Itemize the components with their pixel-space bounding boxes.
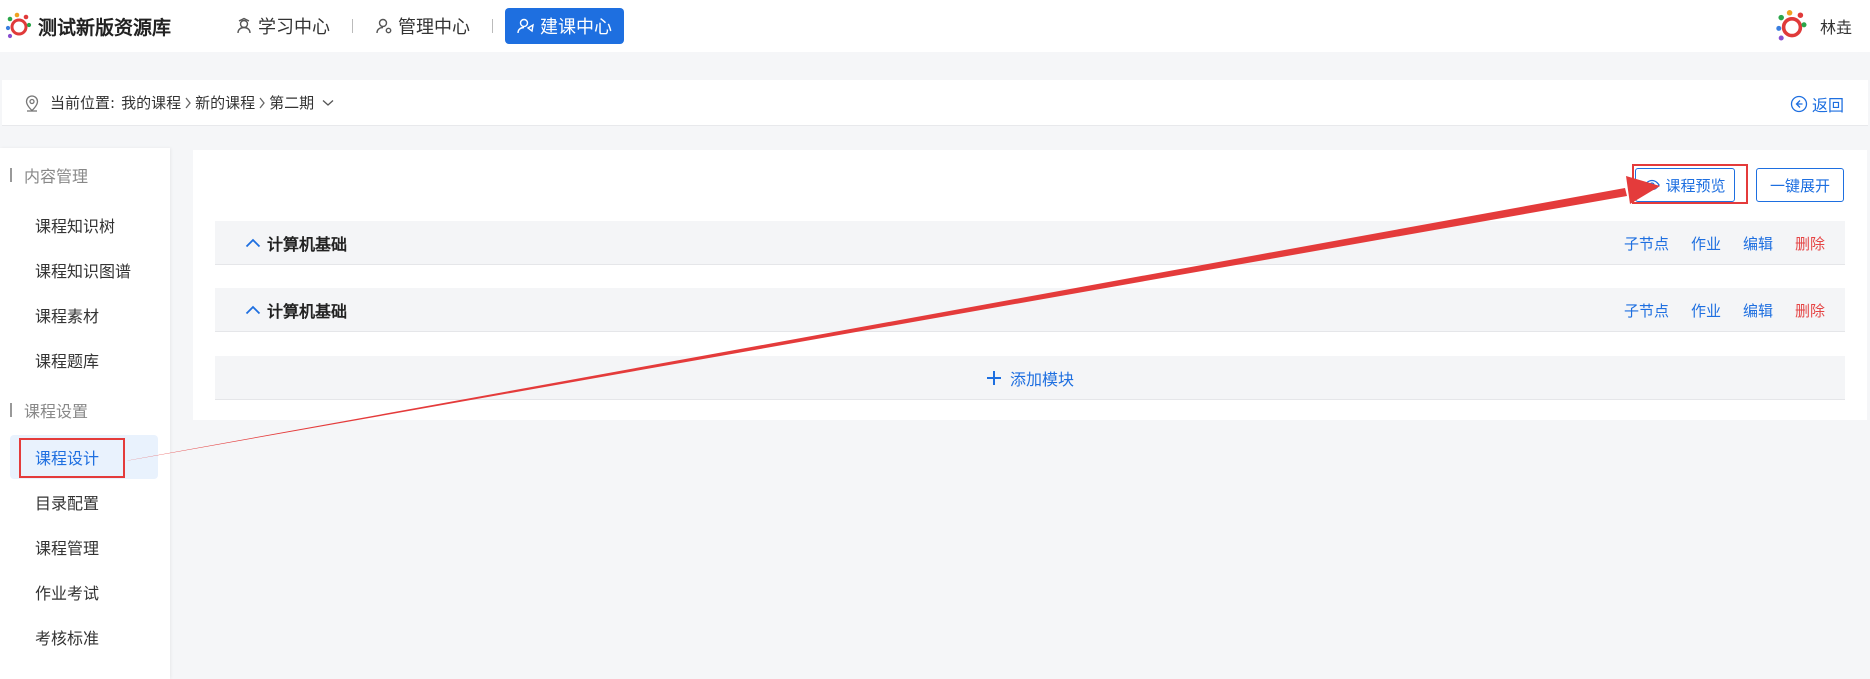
- nav-course-building-center[interactable]: 建课中心: [505, 8, 625, 44]
- highlight-box-course-design: [19, 438, 125, 478]
- user-gear-icon: [376, 18, 392, 34]
- nav-divider: [352, 19, 354, 33]
- nav-label: 建课中心: [540, 17, 613, 38]
- section-bar: [10, 168, 12, 182]
- sidebar-item-label: 课程知识树: [35, 217, 116, 236]
- logo-icon: [4, 11, 34, 41]
- sidebar-item-label: 课程题库: [35, 352, 100, 371]
- add-child-node-link[interactable]: 子节点: [1624, 300, 1669, 321]
- nav-label: 学习中心: [258, 17, 331, 38]
- top-header: 测试新版资源库 学习中心 管理中心 建课中心 林垚: [0, 0, 1870, 52]
- sidebar-item-knowledge-graph[interactable]: 课程知识图谱: [10, 248, 158, 292]
- user-name: 林垚: [1819, 18, 1852, 37]
- delete-link[interactable]: 删除: [1795, 300, 1825, 321]
- sidebar-item-label: 课程知识图谱: [35, 262, 132, 281]
- nav-label: 管理中心: [398, 17, 471, 38]
- sidebar-item-label: 课程管理: [35, 539, 100, 558]
- sidebar-item-label: 目录配置: [35, 494, 100, 513]
- module-row[interactable]: 计算机基础 子节点 作业 编辑 删除: [215, 288, 1845, 332]
- section-title: 课程设置: [24, 402, 89, 421]
- sidebar-item-materials[interactable]: 课程素材: [10, 293, 158, 337]
- highlight-box-course-preview: [1632, 164, 1748, 204]
- chevron-right-icon: [185, 97, 191, 108]
- user-menu[interactable]: 林垚: [1774, 8, 1852, 44]
- breadcrumb: 当前位置: 我的课程 新的课程 第二期: [50, 92, 334, 113]
- homework-link[interactable]: 作业: [1691, 300, 1721, 321]
- avatar: [1774, 8, 1810, 44]
- location-pin-icon: [25, 94, 39, 112]
- user-cap-icon: [237, 17, 251, 34]
- back-arrow-icon: [1790, 95, 1808, 113]
- edit-link[interactable]: 编辑: [1743, 233, 1773, 254]
- sidebar-section-settings: 课程设置: [0, 398, 88, 422]
- sidebar-section-content: 内容管理: [0, 163, 88, 187]
- user-share-icon: [517, 18, 534, 34]
- section-title: 内容管理: [24, 167, 89, 186]
- button-label: 一键展开: [1769, 176, 1830, 195]
- module-row[interactable]: 计算机基础 子节点 作业 编辑 删除: [215, 221, 1845, 265]
- plus-icon: [986, 370, 1001, 385]
- breadcrumb-item-term[interactable]: 第二期: [269, 92, 314, 113]
- back-button[interactable]: 返回: [1790, 92, 1844, 116]
- module-name: 计算机基础: [267, 234, 348, 254]
- section-bar: [10, 403, 12, 417]
- edit-link[interactable]: 编辑: [1743, 300, 1773, 321]
- sidebar-item-knowledge-tree[interactable]: 课程知识树: [10, 203, 158, 247]
- nav-divider: [492, 19, 494, 33]
- chevron-up-icon[interactable]: [245, 305, 261, 315]
- chevron-right-icon: [259, 97, 265, 108]
- add-module-label: 添加模块: [1009, 369, 1074, 389]
- homework-link[interactable]: 作业: [1691, 233, 1721, 254]
- sidebar-item-question-bank[interactable]: 课程题库: [10, 338, 158, 382]
- back-label: 返回: [1811, 96, 1844, 115]
- expand-all-button[interactable]: 一键展开: [1756, 168, 1844, 202]
- sidebar-item-course-management[interactable]: 课程管理: [10, 525, 158, 569]
- sidebar-item-label: 考核标准: [35, 629, 100, 648]
- app-title: 测试新版资源库: [38, 16, 172, 39]
- add-child-node-link[interactable]: 子节点: [1624, 233, 1669, 254]
- module-actions: 子节点 作业 编辑 删除: [1602, 221, 1825, 265]
- sidebar: 内容管理 课程知识树 课程知识图谱 课程素材 课程题库 课程设置 课程设计 目录…: [0, 148, 170, 679]
- sidebar-item-catalog-config[interactable]: 目录配置: [10, 480, 158, 524]
- breadcrumb-bar: 当前位置: 我的课程 新的课程 第二期 返回: [2, 80, 1868, 126]
- main-nav: 学习中心 管理中心 建课中心: [225, 8, 625, 44]
- breadcrumb-prefix: 当前位置:: [50, 94, 116, 112]
- add-module-button[interactable]: 添加模块: [215, 356, 1845, 400]
- sidebar-item-label: 作业考试: [35, 584, 100, 603]
- module-name: 计算机基础: [267, 301, 348, 321]
- nav-learning-center[interactable]: 学习中心: [225, 8, 340, 44]
- delete-link[interactable]: 删除: [1795, 233, 1825, 254]
- module-actions: 子节点 作业 编辑 删除: [1602, 288, 1825, 332]
- sidebar-item-assessment[interactable]: 考核标准: [10, 615, 158, 659]
- app-logo[interactable]: 测试新版资源库: [4, 11, 171, 41]
- chevron-down-icon[interactable]: [322, 99, 334, 107]
- sidebar-item-label: 课程素材: [35, 307, 100, 326]
- chevron-up-icon[interactable]: [245, 238, 261, 248]
- sidebar-item-homework-exam[interactable]: 作业考试: [10, 570, 158, 614]
- course-design-panel: 课程预览 一键展开 计算机基础 子节点 作业 编辑 删除 计算机基础 子节点 作…: [193, 150, 1867, 420]
- breadcrumb-item-my-courses[interactable]: 我的课程: [121, 92, 181, 113]
- nav-management-center[interactable]: 管理中心: [365, 8, 480, 44]
- breadcrumb-item-new-course[interactable]: 新的课程: [195, 92, 255, 113]
